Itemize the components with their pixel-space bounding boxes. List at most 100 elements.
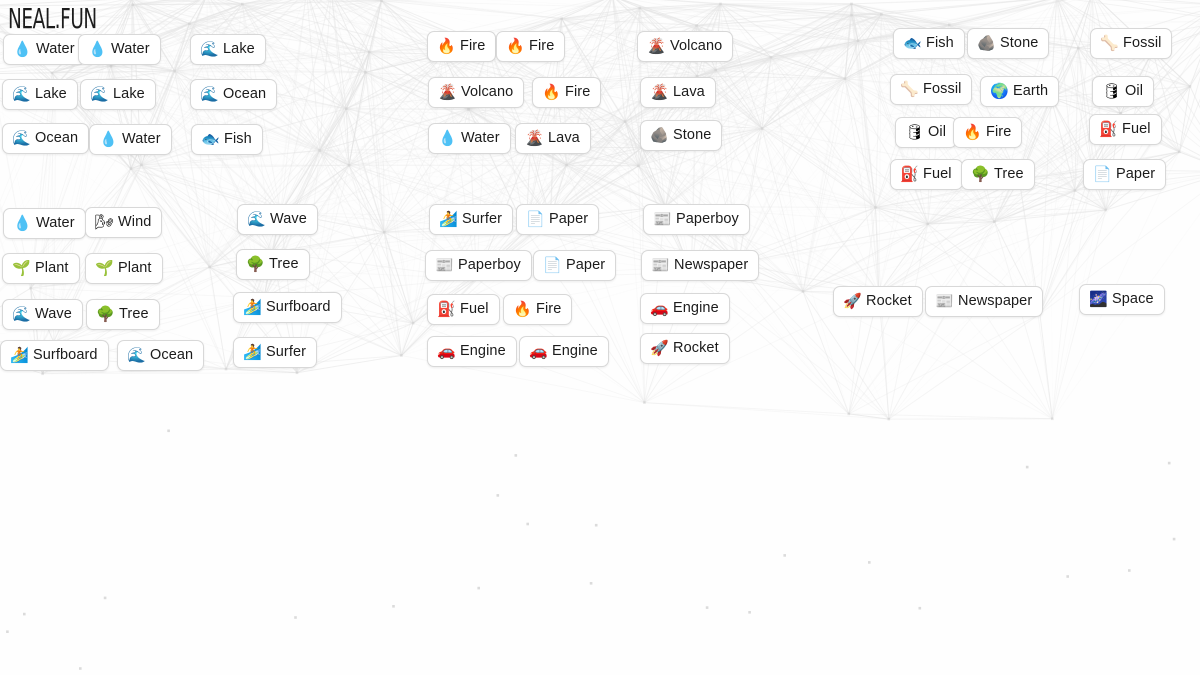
craft-item-volcano[interactable]: 🌋 Volcano — [637, 31, 734, 62]
craft-item-stone[interactable]: 🪨 Stone — [640, 120, 723, 151]
surfboard-icon: 🏄 — [243, 298, 262, 316]
earth-icon: 🌍 — [990, 82, 1009, 100]
craft-item-ocean[interactable]: 🌊 Ocean — [117, 340, 205, 371]
craft-item-paper[interactable]: 📄 Paper — [516, 204, 600, 235]
craft-item-label: Engine — [460, 343, 506, 360]
craft-item-engine[interactable]: 🚗 Engine — [427, 336, 517, 367]
craft-item-label: Water — [36, 41, 75, 58]
craft-item-lake[interactable]: 🌊 Lake — [190, 34, 266, 65]
craft-item-fish[interactable]: 🐟 Fish — [191, 124, 263, 155]
craft-item-label: Volcano — [461, 84, 514, 101]
craft-item-water[interactable]: 💧 Water — [78, 34, 161, 65]
engine-icon: 🚗 — [650, 299, 669, 317]
craft-item-lake[interactable]: 🌊 Lake — [2, 79, 78, 110]
fish-icon: 🐟 — [201, 130, 220, 148]
craft-item-volcano[interactable]: 🌋 Volcano — [428, 77, 525, 108]
craft-item-paperboy[interactable]: 📰 Paperboy — [643, 204, 750, 235]
craft-item-fish[interactable]: 🐟 Fish — [893, 28, 965, 59]
craft-item-label: Oil — [1125, 83, 1144, 100]
newspaper-icon: 📰 — [935, 292, 954, 310]
craft-item-paper[interactable]: 📄 Paper — [1083, 159, 1167, 190]
craft-item-fire[interactable]: 🔥 Fire — [427, 31, 497, 62]
water-icon: 💧 — [88, 40, 107, 58]
craft-item-label: Tree — [269, 256, 299, 273]
craft-item-fire[interactable]: 🔥 Fire — [496, 31, 566, 62]
craft-item-plant[interactable]: 🌱 Plant — [85, 253, 163, 284]
craft-item-earth[interactable]: 🌍 Earth — [980, 76, 1060, 107]
craft-item-lava[interactable]: 🌋 Lava — [640, 77, 716, 108]
water-icon: 💧 — [99, 130, 118, 148]
surfer-icon: 🏄 — [439, 210, 458, 228]
craft-item-label: Surfboard — [266, 299, 331, 316]
craft-item-water[interactable]: 💧 Water — [89, 124, 172, 155]
ocean-icon: 🌊 — [200, 85, 219, 103]
craft-item-tree[interactable]: 🌳 Tree — [961, 159, 1035, 190]
craft-item-label: Paper — [566, 257, 606, 274]
craft-item-tree[interactable]: 🌳 Tree — [236, 249, 310, 280]
craft-item-label: Surfer — [266, 344, 307, 361]
infinite-craft-canvas[interactable]: NEAL.FUN 💧 Water 💧 Water 🌊 Lake 🌊 Lake 🌊 Lake 🌊 Oce… — [0, 0, 1200, 675]
craft-item-ocean[interactable]: 🌊 Ocean — [190, 79, 278, 110]
tree-icon: 🌳 — [96, 305, 115, 323]
craft-item-label: Ocean — [150, 347, 194, 364]
craft-item-water[interactable]: 💧 Water — [3, 208, 86, 239]
fire-icon: 🔥 — [542, 83, 561, 101]
craft-item-wave[interactable]: 🌊 Wave — [2, 299, 83, 330]
craft-item-lava[interactable]: 🌋 Lava — [515, 123, 591, 154]
craft-item-surfer[interactable]: 🏄 Surfer — [233, 337, 318, 368]
craft-item-fuel[interactable]: ⛽ Fuel — [427, 294, 500, 325]
craft-item-rocket[interactable]: 🚀 Rocket — [640, 333, 730, 364]
craft-item-fire[interactable]: 🔥 Fire — [532, 77, 602, 108]
craft-item-label: Volcano — [670, 38, 723, 55]
craft-item-fire[interactable]: 🔥 Fire — [953, 117, 1023, 148]
craft-item-ocean[interactable]: 🌊 Ocean — [2, 123, 90, 154]
wave-icon: 🌊 — [247, 210, 266, 228]
craft-item-paper[interactable]: 📄 Paper — [533, 250, 617, 281]
neal-fun-logo[interactable]: NEAL.FUN — [8, 2, 97, 34]
craft-item-fire[interactable]: 🔥 Fire — [503, 294, 573, 325]
craft-item-space[interactable]: 🌌 Space — [1079, 284, 1165, 315]
craft-item-label: Water — [461, 130, 500, 147]
craft-item-wave[interactable]: 🌊 Wave — [237, 204, 318, 235]
craft-item-wind[interactable]: 🌬 Wind — [85, 207, 163, 238]
craft-item-label: Paper — [549, 211, 589, 228]
craft-item-surfboard[interactable]: 🏄 Surfboard — [233, 292, 342, 323]
craft-item-lake[interactable]: 🌊 Lake — [80, 79, 156, 110]
craft-item-fossil[interactable]: 🦴 Fossil — [890, 74, 973, 105]
craft-item-label: Lava — [673, 84, 705, 101]
craft-item-label: Stone — [673, 127, 712, 144]
craft-item-stone[interactable]: 🪨 Stone — [967, 28, 1050, 59]
craft-item-rocket[interactable]: 🚀 Rocket — [833, 286, 923, 317]
craft-item-water[interactable]: 💧 Water — [3, 34, 86, 65]
engine-icon: 🚗 — [437, 342, 456, 360]
craft-item-engine[interactable]: 🚗 Engine — [640, 293, 730, 324]
craft-item-newspaper[interactable]: 📰 Newspaper — [925, 286, 1044, 317]
craft-item-label: Fire — [536, 301, 562, 318]
space-icon: 🌌 — [1089, 290, 1108, 308]
craft-item-fossil[interactable]: 🦴 Fossil — [1090, 28, 1173, 59]
craft-item-label: Wave — [35, 306, 72, 323]
engine-icon: 🚗 — [529, 342, 548, 360]
craft-item-engine[interactable]: 🚗 Engine — [519, 336, 609, 367]
plant-icon: 🌱 — [12, 259, 31, 277]
craft-item-paperboy[interactable]: 📰 Paperboy — [425, 250, 532, 281]
craft-item-fuel[interactable]: ⛽ Fuel — [890, 159, 963, 190]
craft-item-surfer[interactable]: 🏄 Surfer — [429, 204, 514, 235]
craft-item-surfboard[interactable]: 🏄 Surfboard — [0, 340, 109, 371]
craft-item-label: Fire — [986, 124, 1012, 141]
craft-item-label: Fish — [224, 131, 252, 148]
craft-item-label: Engine — [552, 343, 598, 360]
craft-item-label: Earth — [1013, 83, 1049, 100]
craft-item-label: Oil — [928, 124, 947, 141]
fuel-icon: ⛽ — [1099, 120, 1118, 138]
craft-item-water[interactable]: 💧 Water — [428, 123, 511, 154]
craft-item-newspaper[interactable]: 📰 Newspaper — [641, 250, 760, 281]
craft-item-tree[interactable]: 🌳 Tree — [86, 299, 160, 330]
craft-item-label: Fuel — [923, 166, 952, 183]
craft-item-oil[interactable]: 🛢 Oil — [1092, 76, 1155, 107]
craft-item-fuel[interactable]: ⛽ Fuel — [1089, 114, 1162, 145]
craft-item-plant[interactable]: 🌱 Plant — [2, 253, 80, 284]
rocket-icon: 🚀 — [650, 339, 669, 357]
lake-icon: 🌊 — [200, 40, 219, 58]
craft-item-oil[interactable]: 🛢 Oil — [895, 117, 958, 148]
